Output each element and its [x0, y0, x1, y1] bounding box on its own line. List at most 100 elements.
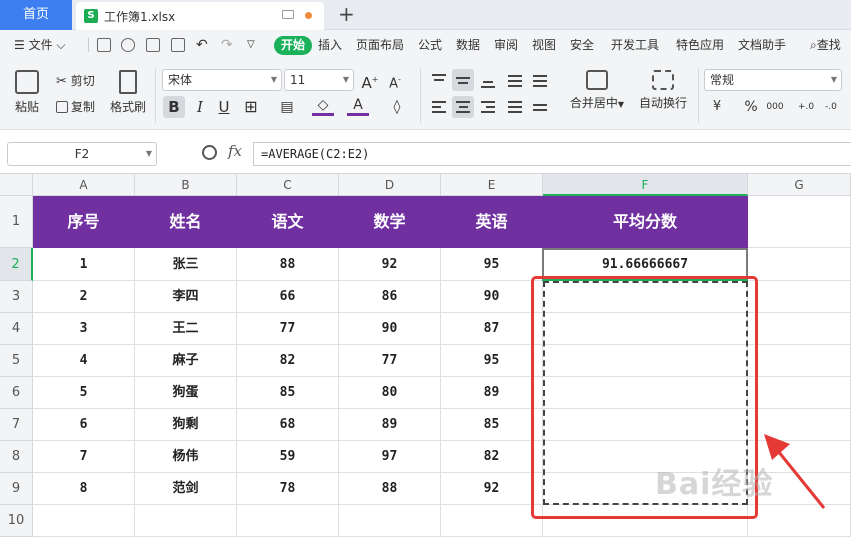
- data-cell[interactable]: 8: [33, 473, 135, 505]
- thousands-button[interactable]: 000: [764, 96, 786, 118]
- header-cell[interactable]: 英语: [441, 196, 543, 248]
- col-header-a[interactable]: A: [33, 174, 135, 196]
- font-size-select[interactable]: 11 ▼: [284, 69, 354, 91]
- redo-icon[interactable]: ↷: [221, 30, 233, 60]
- paste-button[interactable]: 粘贴: [10, 70, 44, 115]
- empty-cell[interactable]: [748, 196, 851, 248]
- data-cell[interactable]: 1: [33, 248, 135, 281]
- select-all-corner[interactable]: [0, 174, 33, 196]
- empty-cell[interactable]: [33, 505, 135, 537]
- increase-decimal-icon[interactable]: +.0: [795, 96, 817, 118]
- data-cell[interactable]: 王二: [135, 313, 237, 345]
- empty-cell[interactable]: [237, 505, 339, 537]
- row-header-9[interactable]: 9: [0, 473, 33, 505]
- number-format-select[interactable]: 常规 ▼: [704, 69, 842, 91]
- empty-cell[interactable]: [135, 505, 237, 537]
- empty-cell[interactable]: [339, 505, 441, 537]
- eraser-icon[interactable]: ◊: [386, 96, 408, 118]
- col-header-b[interactable]: B: [135, 174, 237, 196]
- data-cell[interactable]: 82: [237, 345, 339, 377]
- merge-center-button[interactable]: 合并居中▼: [566, 70, 628, 111]
- row-header-2[interactable]: 2: [0, 248, 33, 281]
- align-center-icon[interactable]: [452, 96, 474, 118]
- data-cell[interactable]: 80: [339, 377, 441, 409]
- fx-icon[interactable]: fx: [228, 142, 242, 160]
- font-name-select[interactable]: 宋体 ▼: [162, 69, 282, 91]
- spreadsheet-grid[interactable]: A B C D E F G 1 2 3 4 5 6 7 8 9 10 序号 姓名 语文 数学 英语 平均分数 1 张三 88 92 9…: [0, 173, 851, 537]
- borders-icon[interactable]: ⊞: [240, 96, 262, 118]
- data-cell[interactable]: 66: [237, 281, 339, 313]
- data-cell[interactable]: 90: [441, 281, 543, 313]
- header-cell[interactable]: 数学: [339, 196, 441, 248]
- row-header-8[interactable]: 8: [0, 441, 33, 473]
- currency-icon[interactable]: ¥: [706, 96, 728, 118]
- data-cell[interactable]: 杨伟: [135, 441, 237, 473]
- underline-button[interactable]: U: [213, 96, 235, 118]
- indent-icon[interactable]: [529, 69, 551, 91]
- save-icon[interactable]: [97, 38, 111, 52]
- percent-button[interactable]: %: [740, 96, 762, 118]
- print-preview-icon[interactable]: [171, 38, 185, 52]
- increase-font-icon[interactable]: A+: [359, 69, 381, 92]
- data-cell[interactable]: 82: [441, 441, 543, 473]
- menu-view[interactable]: 视图: [532, 30, 556, 60]
- menu-page-layout[interactable]: 页面布局: [356, 30, 404, 60]
- data-cell[interactable]: 87: [441, 313, 543, 345]
- data-cell[interactable]: 77: [339, 345, 441, 377]
- font-color-icon[interactable]: A: [347, 96, 369, 116]
- zoom-icon[interactable]: [202, 145, 217, 160]
- data-cell[interactable]: 78: [237, 473, 339, 505]
- align-left-icon[interactable]: [428, 96, 450, 118]
- data-cell[interactable]: 狗剩: [135, 409, 237, 441]
- col-header-g[interactable]: G: [748, 174, 851, 196]
- data-cell[interactable]: 88: [237, 248, 339, 281]
- empty-cell[interactable]: [748, 248, 851, 281]
- menu-developer[interactable]: 开发工具: [611, 30, 659, 60]
- decrease-font-icon[interactable]: A-: [384, 69, 406, 91]
- row-header-5[interactable]: 5: [0, 345, 33, 377]
- data-cell[interactable]: 3: [33, 313, 135, 345]
- align-middle-icon[interactable]: [452, 69, 474, 91]
- menu-home[interactable]: 开始: [274, 36, 313, 55]
- copy-button[interactable]: 复制: [56, 98, 95, 115]
- menu-doc-assistant[interactable]: 文档助手: [738, 30, 786, 60]
- row-header-4[interactable]: 4: [0, 313, 33, 345]
- tab-document[interactable]: S 工作簿1.xlsx: [76, 2, 324, 30]
- menu-search[interactable]: ⌕查找: [810, 30, 841, 60]
- data-cell[interactable]: 89: [339, 409, 441, 441]
- data-cell[interactable]: 92: [339, 248, 441, 281]
- menu-insert[interactable]: 插入: [318, 30, 342, 60]
- name-box[interactable]: F2 ▼: [7, 142, 157, 166]
- col-header-f[interactable]: F: [543, 174, 748, 196]
- new-tab-button[interactable]: +: [338, 2, 355, 26]
- bold-button[interactable]: B: [163, 96, 185, 118]
- menu-file[interactable]: ☰ 文件 ⌵: [14, 30, 66, 60]
- menu-security[interactable]: 安全: [570, 30, 594, 60]
- data-cell[interactable]: 张三: [135, 248, 237, 281]
- empty-cell[interactable]: [441, 505, 543, 537]
- align-top-icon[interactable]: [428, 69, 450, 91]
- header-cell[interactable]: 平均分数: [543, 196, 748, 248]
- data-cell[interactable]: 5: [33, 377, 135, 409]
- formula-input[interactable]: =AVERAGE(C2:E2): [253, 142, 851, 166]
- data-cell[interactable]: 2: [33, 281, 135, 313]
- col-header-e[interactable]: E: [441, 174, 543, 196]
- data-cell[interactable]: 97: [339, 441, 441, 473]
- data-cell[interactable]: 麻子: [135, 345, 237, 377]
- empty-cell[interactable]: [748, 313, 851, 345]
- data-cell[interactable]: 90: [339, 313, 441, 345]
- menu-formulas[interactable]: 公式: [418, 30, 442, 60]
- header-cell[interactable]: 姓名: [135, 196, 237, 248]
- row-header-3[interactable]: 3: [0, 281, 33, 313]
- data-cell[interactable]: 88: [339, 473, 441, 505]
- quick-access-dropdown-icon[interactable]: ▽: [247, 30, 255, 60]
- data-cell[interactable]: 4: [33, 345, 135, 377]
- menu-special[interactable]: 特色应用: [676, 30, 724, 60]
- print-icon[interactable]: [146, 38, 160, 52]
- undo-icon[interactable]: ↶: [196, 30, 208, 60]
- export-icon[interactable]: [121, 38, 135, 52]
- fill-style-icon[interactable]: ▤: [276, 96, 298, 118]
- data-cell[interactable]: 95: [441, 345, 543, 377]
- data-cell[interactable]: 85: [441, 409, 543, 441]
- header-cell[interactable]: 序号: [33, 196, 135, 248]
